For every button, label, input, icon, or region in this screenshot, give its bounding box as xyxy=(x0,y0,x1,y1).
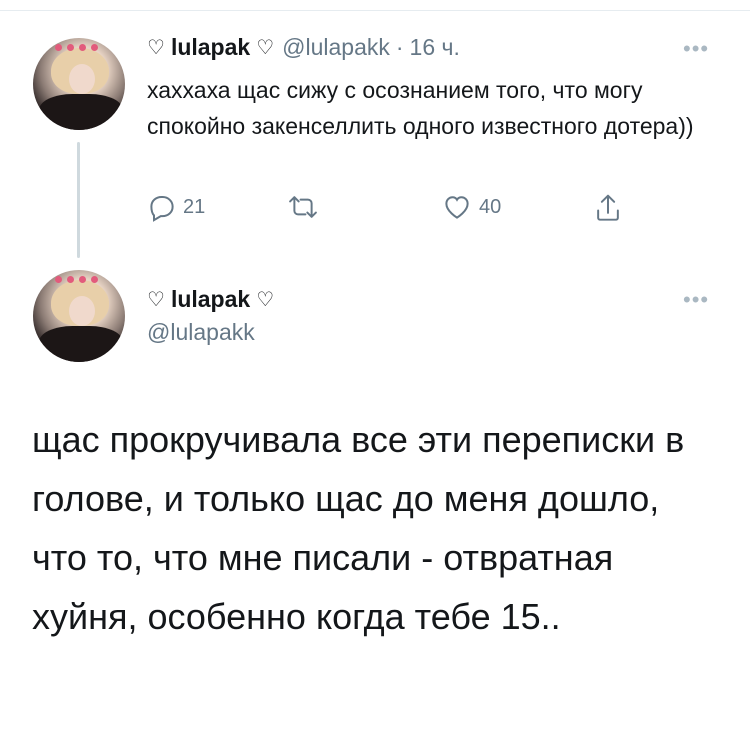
reply-button[interactable]: 21 xyxy=(147,192,205,222)
heart-emoji-left: ♡ xyxy=(147,37,165,59)
display-name[interactable]: lulapak xyxy=(171,34,250,61)
avatar[interactable] xyxy=(33,38,125,130)
top-divider xyxy=(0,10,750,11)
share-icon xyxy=(593,192,623,224)
retweet-icon xyxy=(287,192,319,222)
tweet-actions: 21 40 xyxy=(147,192,647,226)
tweet-header: ♡ lulapak ♡ xyxy=(147,286,274,313)
heart-emoji-right: ♡ xyxy=(256,37,275,59)
tweet-text: хаххаха щас сижу с осознанием того, что … xyxy=(147,77,694,139)
avatar[interactable] xyxy=(33,270,125,362)
retweet-button[interactable] xyxy=(287,192,325,222)
separator-dot: · xyxy=(395,34,404,60)
share-button[interactable] xyxy=(593,192,623,224)
user-handle[interactable]: @lulapakk xyxy=(282,34,390,61)
heart-emoji-left: ♡ xyxy=(147,289,165,311)
user-handle[interactable]: @lulapakk xyxy=(147,319,255,346)
thread-line xyxy=(77,142,80,258)
reply-count: 21 xyxy=(183,195,206,218)
like-count: 40 xyxy=(479,195,502,218)
more-icon[interactable]: ••• xyxy=(683,36,709,62)
display-name[interactable]: lulapak xyxy=(171,286,250,313)
heart-emoji-right: ♡ xyxy=(256,289,275,311)
comment-icon xyxy=(147,192,177,222)
more-icon[interactable]: ••• xyxy=(683,287,709,313)
like-button[interactable]: 40 xyxy=(441,192,501,222)
tweet-text: щас прокручивала все эти переписки в гол… xyxy=(32,419,685,637)
tweet-header: ♡ lulapak ♡ @lulapakk · 16 ч. xyxy=(147,34,460,61)
timestamp[interactable]: 16 ч. xyxy=(410,34,460,61)
heart-icon xyxy=(441,192,473,222)
